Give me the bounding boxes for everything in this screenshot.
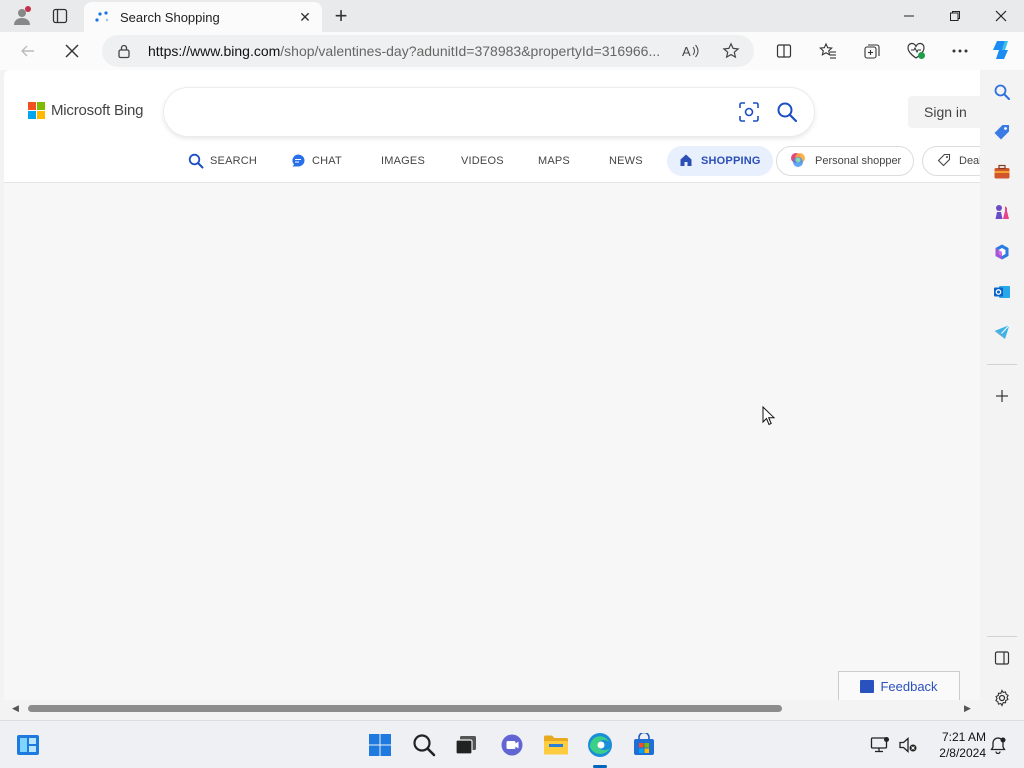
page-content: Microsoft Bing Sign in SEARCH CHAT IMAGE…	[4, 70, 980, 714]
more-options-icon[interactable]	[948, 39, 972, 63]
network-display-icon[interactable]	[868, 731, 892, 759]
brand-text: Microsoft Bing	[51, 102, 144, 119]
scope-videos[interactable]: VIDEOS	[461, 146, 504, 176]
svg-text:A: A	[682, 44, 691, 59]
windows-taskbar: 7:21 AM 2/8/2024	[0, 720, 1024, 768]
clock-date: 2/8/2024	[939, 746, 986, 760]
search-input[interactable]	[164, 88, 814, 136]
tools-briefcase-icon[interactable]	[990, 160, 1014, 184]
chat-icon	[290, 153, 306, 169]
address-bar[interactable]: https://www.bing.com/shop/valentines-day…	[102, 35, 754, 67]
home-icon	[679, 153, 695, 169]
taskbar-search-icon[interactable]	[410, 731, 438, 759]
sidebar-divider	[987, 364, 1017, 365]
microsoft-logo-icon	[28, 102, 45, 119]
sidebar-search-icon[interactable]	[990, 80, 1014, 104]
copilot-icon	[789, 151, 807, 172]
lock-icon[interactable]	[116, 43, 132, 59]
collections-icon[interactable]	[860, 39, 884, 63]
scroll-left-icon[interactable]: ◀	[12, 703, 19, 714]
notifications-bell-icon[interactable]	[988, 731, 1008, 759]
microsoft-store-icon[interactable]	[630, 731, 658, 759]
bing-header: Microsoft Bing Sign in SEARCH CHAT IMAGE…	[4, 70, 980, 183]
visual-search-icon[interactable]	[738, 101, 760, 123]
scope-images[interactable]: IMAGES	[381, 146, 425, 176]
minimize-button[interactable]	[886, 0, 932, 32]
add-sidebar-app-icon[interactable]	[990, 384, 1014, 408]
copilot-icon[interactable]	[990, 38, 1014, 62]
browser-tab-bar: Search Shopping ✕ +	[0, 0, 1024, 32]
hide-sidebar-icon[interactable]	[990, 646, 1014, 670]
scope-chat[interactable]: CHAT	[290, 146, 342, 176]
system-clock[interactable]: 7:21 AM 2/8/2024	[924, 729, 986, 761]
sign-in-button[interactable]: Sign in	[908, 96, 980, 128]
restore-button[interactable]	[932, 0, 978, 32]
feedback-icon	[860, 679, 875, 693]
personal-shopper-pill[interactable]: Personal shopper	[776, 146, 914, 176]
file-explorer-icon[interactable]	[542, 731, 570, 759]
tab-search-shopping[interactable]: Search Shopping ✕	[84, 2, 322, 32]
edge-browser-icon[interactable]	[586, 731, 614, 759]
scope-shopping[interactable]: SHOPPING	[667, 146, 773, 176]
scope-maps[interactable]: MAPS	[538, 146, 570, 176]
outlook-icon[interactable]	[990, 280, 1014, 304]
profile-icon[interactable]	[10, 4, 34, 28]
scope-bar: SEARCH CHAT IMAGES VIDEOS MAPS NEWS SHOP…	[4, 146, 980, 180]
start-windows-icon[interactable]	[366, 731, 394, 759]
scope-news[interactable]: NEWS	[609, 146, 643, 176]
scope-search[interactable]: SEARCH	[188, 146, 257, 176]
task-view-icon[interactable]	[452, 731, 480, 759]
search-icon	[188, 153, 204, 169]
clock-time: 7:21 AM	[941, 730, 986, 744]
stop-loading-button[interactable]	[58, 37, 86, 65]
read-aloud-icon[interactable]: A	[680, 41, 702, 61]
feedback-button[interactable]: Feedback	[838, 671, 960, 701]
close-tab-icon[interactable]: ✕	[294, 6, 316, 28]
search-submit-icon[interactable]	[776, 101, 798, 123]
favorites-icon[interactable]	[816, 39, 840, 63]
tag-icon	[937, 153, 951, 170]
loading-spinner-icon	[94, 9, 110, 25]
shopping-tag-icon[interactable]	[990, 120, 1014, 144]
scrollbar-thumb[interactable]	[28, 705, 782, 712]
teams-chat-icon[interactable]	[498, 731, 526, 759]
close-window-button[interactable]	[978, 0, 1024, 32]
deals-pill[interactable]: Deals	[922, 146, 980, 176]
microsoft-365-icon[interactable]	[990, 240, 1014, 264]
split-screen-icon[interactable]	[772, 39, 796, 63]
sidebar-settings-gear-icon[interactable]	[990, 686, 1014, 710]
tab-title: Search Shopping	[120, 9, 220, 25]
scroll-right-icon[interactable]: ▶	[964, 703, 971, 714]
favorite-star-icon[interactable]	[720, 41, 742, 61]
back-button[interactable]	[14, 37, 42, 65]
games-chess-icon[interactable]	[990, 200, 1014, 224]
edge-sidebar	[981, 70, 1024, 716]
url-text[interactable]: https://www.bing.com/shop/valentines-day…	[148, 43, 673, 59]
tab-actions-icon[interactable]	[48, 4, 72, 28]
new-tab-button[interactable]: +	[328, 3, 354, 28]
horizontal-scrollbar[interactable]: ◀ ▶	[4, 700, 980, 716]
widgets-icon[interactable]	[14, 731, 42, 759]
browser-essentials-icon[interactable]	[904, 39, 928, 63]
sidebar-divider	[987, 636, 1017, 637]
browser-toolbar: https://www.bing.com/shop/valentines-day…	[0, 32, 1024, 70]
bing-logo[interactable]: Microsoft Bing	[28, 102, 143, 119]
volume-muted-icon[interactable]	[896, 731, 920, 759]
send-paper-plane-icon[interactable]	[990, 320, 1014, 344]
mouse-cursor-icon	[762, 405, 776, 426]
